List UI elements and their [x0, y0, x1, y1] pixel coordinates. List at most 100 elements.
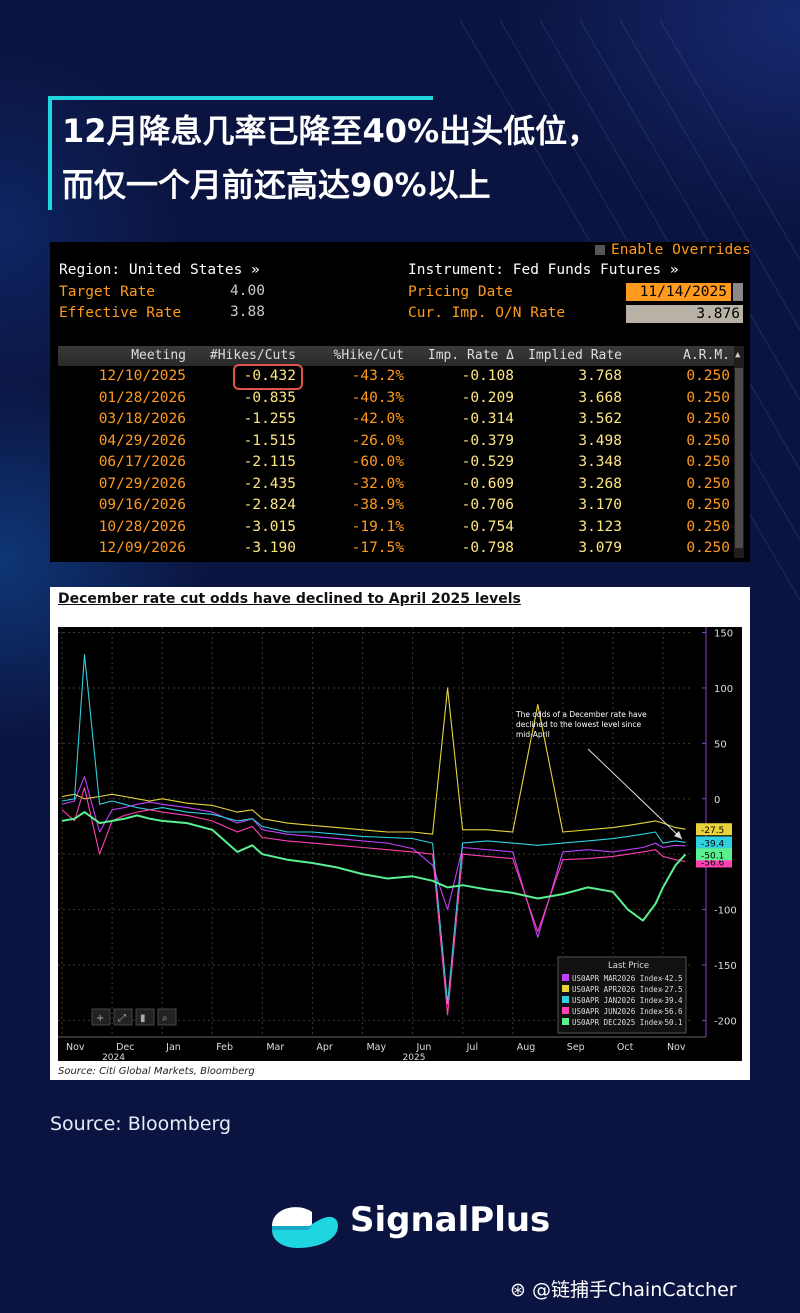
watermark-text: @链捕手ChainCatcher: [531, 1279, 737, 1301]
cell-meeting-date: 01/28/2026: [98, 389, 186, 406]
page-title: 12月降息几率已降至40%出头低位， 而仅一个月前还高达90%以上: [62, 104, 782, 212]
cell-arm: 0.250: [686, 411, 730, 427]
col-pct-hike-cut[interactable]: %Hike/Cut: [298, 348, 404, 363]
legend-value: -27.5: [660, 985, 683, 994]
signalplus-logo-icon: [272, 1207, 338, 1248]
cell-implied-rate: 3.079: [578, 540, 622, 556]
cell-implied-rate: 3.170: [578, 497, 622, 513]
region-selector[interactable]: Region: United States »: [59, 262, 260, 278]
col-meeting[interactable]: Meeting: [78, 348, 186, 363]
cell-implied-rate: 3.562: [578, 411, 622, 427]
cell-imp-rate-delta: -0.209: [461, 389, 514, 406]
x-tick-label: Mar: [266, 1042, 284, 1053]
col-hikes-cuts[interactable]: #Hikes/Cuts: [188, 348, 296, 363]
cell-hikes-cuts: -1.255: [243, 411, 296, 427]
cell-pct-hike-cut: -32.0%: [351, 475, 404, 492]
calendar-icon[interactable]: [733, 283, 743, 301]
cell-pct-hike-cut: -42.0%: [351, 411, 404, 427]
legend-title: Last Price: [608, 961, 649, 971]
cell-meeting-date: 04/29/2026: [98, 432, 186, 449]
y-tick-label: -200: [714, 1016, 737, 1027]
line-chart: 150100500-50-100-150-200NovDecJanFebMarA…: [58, 627, 742, 1061]
cell-imp-rate-delta: -0.529: [461, 454, 514, 470]
x-tick-label: Jun: [416, 1042, 432, 1053]
cell-meeting-date: 07/29/2026: [98, 475, 186, 492]
legend-value: -56.6: [660, 1007, 683, 1016]
x-year-label: 2024: [102, 1053, 125, 1061]
cell-arm: 0.250: [686, 454, 730, 470]
pricing-date-input[interactable]: 11/14/2025: [626, 283, 731, 301]
table-scrollbar[interactable]: ▲: [734, 346, 744, 558]
cell-imp-rate-delta: -0.706: [461, 497, 514, 513]
x-tick-label: Jan: [165, 1042, 181, 1053]
y-tick-label: 50: [714, 739, 727, 750]
cell-arm: 0.250: [686, 389, 730, 406]
cell-implied-rate: 3.668: [578, 389, 622, 406]
effective-rate-value: 3.88: [230, 304, 265, 320]
x-tick-label: May: [366, 1042, 386, 1053]
chart-tool-icon: ⤢: [118, 1013, 126, 1024]
cell-hikes-cuts: -3.190: [243, 540, 296, 556]
chart-annotation: mid-April: [516, 730, 550, 739]
watermark: ⊛ @链捕手ChainCatcher: [510, 1275, 737, 1302]
chart-card: December rate cut odds have declined to …: [50, 587, 750, 1080]
title-line-1: 12月降息几率已降至40%出头低位，: [62, 112, 600, 150]
legend-swatch: [562, 985, 569, 992]
effective-rate-label: Effective Rate: [59, 305, 182, 321]
title-accent-bar: [48, 96, 52, 210]
watermark-icon: ⊛: [510, 1279, 532, 1301]
x-tick-label: Dec: [116, 1042, 134, 1053]
legend-swatch: [562, 996, 569, 1003]
y-tick-label: 0: [714, 795, 720, 806]
cell-pct-hike-cut: -26.0%: [351, 432, 404, 449]
last-value-label: -39.4: [701, 839, 725, 849]
title-line-2: 而仅一个月前还高达90%以上: [62, 166, 491, 204]
x-tick-label: Jul: [466, 1042, 478, 1053]
chart-title: December rate cut odds have declined to …: [58, 591, 521, 607]
col-arm[interactable]: A.R.M.: [628, 348, 730, 363]
cell-arm: 0.250: [686, 432, 730, 449]
chart-annotation: declined to the lowest level since: [516, 720, 642, 729]
cell-hikes-cuts: -1.515: [243, 432, 296, 449]
legend-entry: US0APR JAN2026 Index: [572, 996, 663, 1005]
instrument-selector[interactable]: Instrument: Fed Funds Futures »: [408, 262, 679, 278]
scroll-up-icon[interactable]: ▲: [735, 350, 740, 360]
enable-overrides-checkbox[interactable]: Enable Overrides: [595, 242, 751, 258]
chart-source: Source: Citi Global Markets, Bloomberg: [58, 1066, 255, 1077]
chart-tool-icon: ⌕: [162, 1013, 168, 1024]
cell-meeting-date: 09/16/2026: [98, 497, 186, 513]
cell-implied-rate: 3.498: [578, 432, 622, 449]
col-imp-rate-delta[interactable]: Imp. Rate Δ: [408, 348, 514, 363]
cell-imp-rate-delta: -0.609: [461, 475, 514, 492]
x-tick-label: Aug: [517, 1042, 536, 1053]
x-year-label: 2025: [403, 1053, 426, 1061]
col-implied-rate[interactable]: Implied Rate: [518, 348, 622, 363]
cell-meeting-date: 10/28/2026: [98, 518, 186, 535]
cell-hikes-cuts: -3.015: [243, 518, 296, 535]
cell-arm: 0.250: [686, 475, 730, 492]
enable-overrides-label: Enable Overrides: [611, 242, 751, 258]
cell-imp-rate-delta: -0.798: [461, 540, 514, 556]
scrollbar-thumb[interactable]: [735, 368, 743, 548]
x-tick-label: Apr: [316, 1042, 333, 1053]
chart-annotation: The odds of a December rate have: [515, 710, 647, 719]
legend-swatch: [562, 1018, 569, 1025]
table-header: Meeting #Hikes/Cuts %Hike/Cut Imp. Rate …: [58, 346, 734, 366]
brand-name: SignalPlus: [350, 1200, 551, 1240]
cur-imp-rate-label: Cur. Imp. O/N Rate: [408, 305, 566, 321]
cell-pct-hike-cut: -17.5%: [351, 540, 404, 556]
cur-imp-rate-input[interactable]: 3.876: [626, 305, 743, 323]
legend-entry: US0APR APR2026 Index: [572, 985, 663, 994]
y-tick-label: -150: [714, 961, 737, 972]
title-accent-top: [48, 96, 433, 100]
x-tick-label: Feb: [216, 1042, 233, 1053]
cell-imp-rate-delta: -0.108: [461, 368, 514, 384]
cell-arm: 0.250: [686, 540, 730, 556]
cell-arm: 0.250: [686, 497, 730, 513]
cell-meeting-date: 12/09/2026: [98, 540, 186, 556]
x-tick-label: Nov: [667, 1042, 686, 1053]
cell-meeting-date: 12/10/2025: [98, 368, 186, 384]
legend-swatch: [562, 1007, 569, 1014]
highlight-box: [233, 364, 303, 390]
cell-pct-hike-cut: -38.9%: [351, 497, 404, 513]
